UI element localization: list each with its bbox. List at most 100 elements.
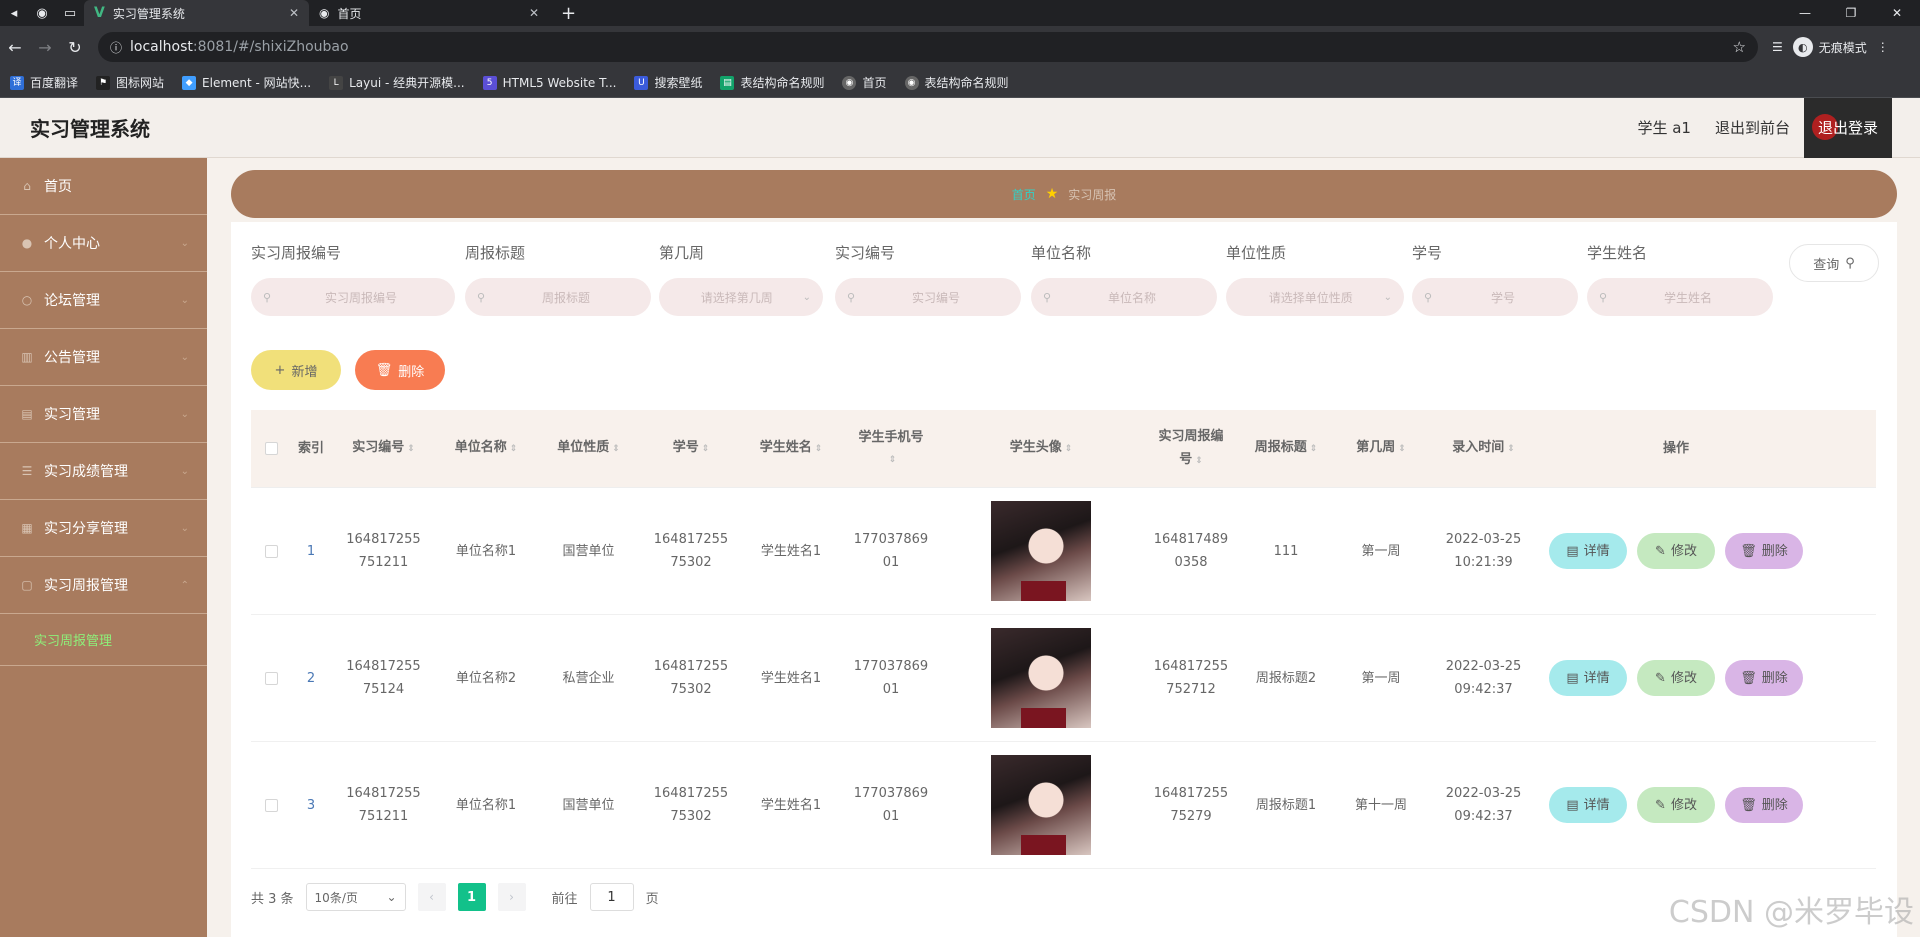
bookmark-item[interactable]: 5 HTML5 Website T... (482, 75, 616, 90)
doc-icon: ▤ (1566, 543, 1579, 559)
reading-list-icon[interactable]: ☰ (1772, 40, 1783, 54)
detail-button[interactable]: ▤ 详情 (1549, 787, 1627, 823)
minimize-icon[interactable]: — (1782, 0, 1828, 26)
bookmark-item[interactable]: ⚑ 图标网站 (96, 74, 164, 91)
col-weekly-title[interactable]: 周报标题 ⇕ (1241, 410, 1331, 487)
url-input[interactable]: ⓘ localhost :8081/#/shixiZhoubao ☆ (98, 32, 1758, 62)
weekly-code-input[interactable]: ⚲ 实习周报编号 (251, 278, 455, 316)
tab-active[interactable]: V 实习管理系统 ✕ (84, 0, 309, 26)
sidebar-item-forum[interactable]: ○ 论坛管理 ⌄ (0, 272, 207, 329)
next-page-button[interactable]: › (497, 883, 526, 911)
search-form: 实习周报编号 ⚲ 实习周报编号 周报标题 ⚲ 周报标题 第几周 请选择第几周 ⌄ (251, 238, 1881, 328)
restore-icon[interactable]: ❐ (1828, 0, 1874, 26)
close-icon[interactable]: ✕ (529, 6, 539, 20)
goto-page-input[interactable]: 1 (589, 883, 634, 911)
unit-nature-select[interactable]: 请选择单位性质 ⌄ (1226, 278, 1404, 316)
bookmark-item[interactable]: L Layui - 经典开源模... (329, 74, 465, 91)
col-code[interactable]: 实习编号 ⇕ (331, 410, 436, 487)
breadcrumb-current: 实习周报 (1068, 187, 1117, 202)
delete-button[interactable]: 🗑 删除 (1725, 787, 1803, 823)
col-time[interactable]: 录入时间 ⇕ (1431, 410, 1536, 487)
sidebar-item-grades[interactable]: ☰ 实习成绩管理 ⌄ (0, 443, 207, 500)
query-button[interactable]: 查询 ⚲ (1789, 244, 1879, 282)
col-sname[interactable]: 学生姓名 ⇕ (741, 410, 841, 487)
breadcrumb-home[interactable]: 首页 (1012, 186, 1036, 203)
cell-time: 2022-03-25 10:21:39 (1445, 532, 1522, 570)
edit-button[interactable]: ✎ 修改 (1637, 787, 1715, 823)
row-checkbox[interactable] (251, 615, 291, 741)
reload-icon[interactable]: ↻ (60, 32, 90, 62)
chevron-down-icon: ⌄ (180, 522, 189, 534)
student-name-input[interactable]: ⚲ 学生姓名 (1587, 278, 1773, 316)
translate-icon: 译 (10, 75, 24, 90)
delete-button[interactable]: 🗑 删除 (1725, 660, 1803, 696)
edit-button[interactable]: ✎ 修改 (1637, 533, 1715, 569)
new-tab-button[interactable]: + (549, 3, 588, 24)
bookmark-item[interactable]: 译百度翻译 (10, 74, 78, 91)
edit-button[interactable]: ✎ 修改 (1637, 660, 1715, 696)
student-avatar[interactable] (991, 628, 1091, 728)
sidebar-item-notice[interactable]: ▥ 公告管理 ⌄ (0, 329, 207, 386)
close-icon[interactable]: ✕ (289, 6, 299, 20)
row-checkbox[interactable] (251, 488, 291, 614)
col-unit[interactable]: 单位名称 ⇕ (436, 410, 536, 487)
col-weekly-code[interactable]: 实习周报编号 ⇕ (1141, 410, 1241, 487)
student-avatar[interactable] (991, 501, 1091, 601)
sidebar-item-weekly[interactable]: ▢ 实习周报管理 ⌃ (0, 557, 207, 614)
back-to-front-link[interactable]: 退出到前台 (1715, 117, 1790, 138)
student-no-input[interactable]: ⚲ 学号 (1412, 278, 1578, 316)
col-avatar[interactable]: 学生头像 ⇕ (941, 410, 1141, 487)
chevron-down-icon: ⌄ (180, 351, 189, 363)
sidebar-item-profile[interactable]: ● 个人中心 ⌄ (0, 215, 207, 272)
bookmark-item[interactable]: U 搜索壁纸 (634, 74, 702, 91)
prev-page-button[interactable]: ‹ (417, 883, 446, 911)
detail-button[interactable]: ▤ 详情 (1549, 660, 1627, 696)
bookmark-item[interactable]: ◆ Element - 网站快... (182, 74, 311, 91)
student-avatar[interactable] (991, 755, 1091, 855)
col-phone[interactable]: 学生手机号 ⇕ (841, 410, 941, 487)
cell-sname: 学生姓名1 (760, 670, 822, 686)
globe-icon[interactable]: ◉ (28, 0, 56, 26)
unit-name-input[interactable]: ⚲ 单位名称 (1031, 278, 1217, 316)
page-size-select[interactable]: 10条/页 ⌄ (305, 883, 406, 911)
col-nature[interactable]: 单位性质 ⇕ (536, 410, 641, 487)
cell-phone: 177037869 01 (853, 532, 929, 570)
sidebar-item-share[interactable]: ▦ 实习分享管理 ⌄ (0, 500, 207, 557)
audio-icon[interactable]: ◂ (0, 0, 28, 26)
bookmark-item[interactable]: ◉ 首页 (842, 74, 887, 91)
col-sno[interactable]: 学号 ⇕ (641, 410, 741, 487)
sort-icon: ⇕ (612, 444, 620, 454)
menu-icon[interactable]: ⋮ (1877, 40, 1889, 54)
cell-weekly-title: 周报标题1 (1255, 797, 1317, 813)
forward-icon[interactable]: → (30, 32, 60, 62)
bookmark-item[interactable]: ▤ 表结构命名规则 (720, 74, 824, 91)
close-window-icon[interactable]: ✕ (1874, 0, 1920, 26)
batch-delete-button[interactable]: 🗑 删除 (355, 350, 445, 390)
forum-icon: ○ (21, 293, 33, 307)
sort-icon: ⇕ (701, 444, 710, 454)
bookmark-star-icon[interactable]: ☆ (1733, 38, 1746, 56)
cell-unit: 单位名称2 (455, 670, 517, 686)
select-all-checkbox[interactable] (251, 410, 291, 487)
list-icon: ☰ (21, 464, 33, 478)
detail-button[interactable]: ▤ 详情 (1549, 533, 1627, 569)
cell-weekly-code: 164817489 0358 (1153, 532, 1229, 570)
sidebar-item-internship[interactable]: ▤ 实习管理 ⌄ (0, 386, 207, 443)
window-icon[interactable]: ▭ (56, 0, 84, 26)
pencil-icon: ✎ (1655, 670, 1666, 686)
incognito-indicator[interactable]: ◐ 无痕模式 (1792, 37, 1867, 57)
internship-code-input[interactable]: ⚲ 实习编号 (835, 278, 1021, 316)
col-week[interactable]: 第几周 ⇕ (1331, 410, 1431, 487)
week-select[interactable]: 请选择第几周 ⌄ (659, 278, 823, 316)
page-number[interactable]: 1 (457, 883, 486, 911)
add-button[interactable]: + 新增 (251, 350, 341, 390)
sidebar-subitem-weekly[interactable]: 实习周报管理 (0, 614, 207, 666)
bookmark-item[interactable]: ◉ 表结构命名规则 (904, 74, 1009, 91)
title-input[interactable]: ⚲ 周报标题 (465, 278, 651, 316)
delete-button[interactable]: 🗑 删除 (1725, 533, 1803, 569)
logout-button[interactable]: 退出登录 (1804, 97, 1892, 158)
back-icon[interactable]: ← (0, 32, 30, 62)
row-checkbox[interactable] (251, 742, 291, 868)
tab-inactive[interactable]: ◉ 首页 ✕ (309, 0, 549, 26)
sidebar-item-home[interactable]: ⌂ 首页 (0, 158, 207, 215)
